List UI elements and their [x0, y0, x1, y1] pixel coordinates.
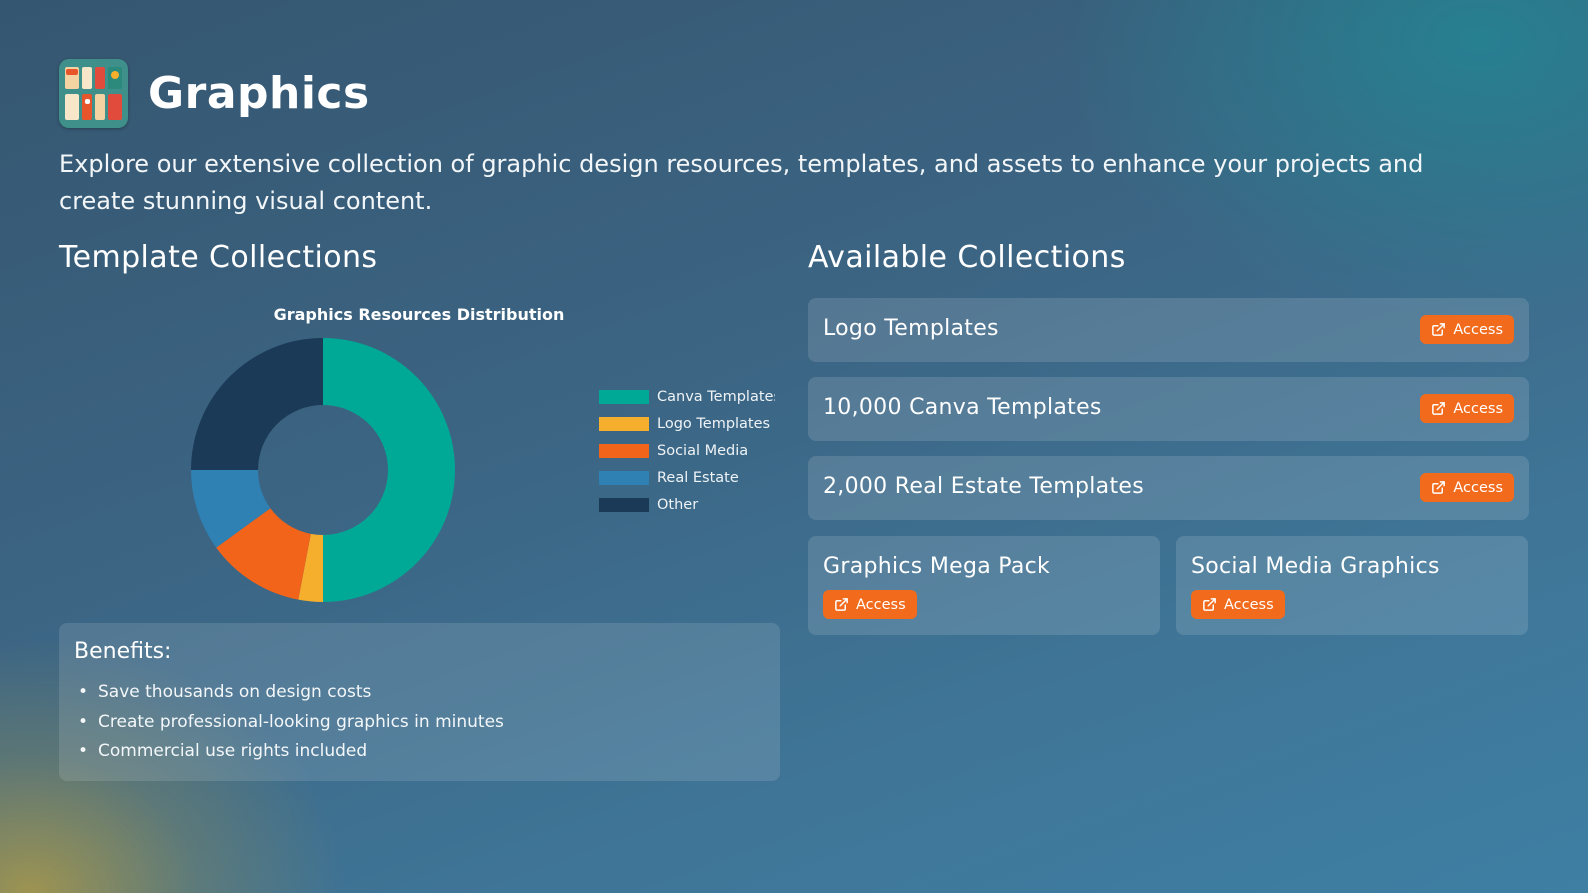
page-header: Graphics — [59, 59, 370, 128]
collection-card-real-estate-templates: 2,000 Real Estate Templates Access — [808, 456, 1529, 520]
legend-label: Real Estate — [657, 469, 739, 486]
collection-title: 2,000 Real Estate Templates — [823, 474, 1144, 499]
legend-item-canva-templates: Canva Templates — [599, 383, 775, 410]
legend-label: Canva Templates — [657, 388, 775, 405]
benefit-item: Create professional-looking graphics in … — [74, 708, 765, 738]
legend-swatch — [599, 443, 649, 458]
graphics-app-icon — [59, 59, 128, 128]
external-link-icon — [1432, 402, 1446, 415]
collection-card-graphics-mega-pack: Graphics Mega Pack Access — [808, 536, 1160, 635]
collection-title: 10,000 Canva Templates — [823, 395, 1102, 420]
benefits-title: Benefits: — [74, 639, 172, 664]
page-title: Graphics — [148, 68, 370, 119]
access-button-label: Access — [856, 596, 906, 613]
legend-item-logo-templates: Logo Templates — [599, 410, 775, 437]
benefits-panel: Benefits: Save thousands on design costs… — [59, 623, 780, 781]
benefit-item: Commercial use rights included — [74, 737, 765, 767]
access-button-label: Access — [1453, 321, 1503, 338]
access-button-label: Access — [1453, 400, 1503, 417]
legend-item-other: Other — [599, 491, 775, 518]
benefit-item: Save thousands on design costs — [74, 678, 765, 708]
external-link-icon — [1432, 481, 1446, 494]
available-collections-heading: Available Collections — [808, 240, 1126, 275]
collection-title: Social Media Graphics — [1191, 554, 1440, 579]
external-link-icon — [1203, 598, 1216, 611]
legend-label: Social Media — [657, 442, 749, 459]
benefits-list: Save thousands on design costs Create pr… — [74, 678, 765, 767]
access-button-label: Access — [1224, 596, 1274, 613]
intro-text: Explore our extensive collection of grap… — [59, 150, 1424, 215]
legend-label: Other — [657, 496, 699, 513]
access-button[interactable]: Access — [1420, 315, 1514, 344]
collection-title: Graphics Mega Pack — [823, 554, 1051, 579]
legend-swatch — [599, 389, 649, 404]
collection-card-social-media-graphics: Social Media Graphics Access — [1176, 536, 1528, 635]
template-collections-heading: Template Collections — [59, 240, 378, 275]
access-button[interactable]: Access — [1420, 473, 1514, 502]
legend-swatch — [599, 416, 649, 431]
access-button-label: Access — [1453, 479, 1503, 496]
donut-chart — [191, 338, 455, 602]
access-button[interactable]: Access — [823, 590, 917, 619]
collection-card-canva-templates: 10,000 Canva Templates Access — [808, 377, 1529, 441]
access-button[interactable]: Access — [1420, 394, 1514, 423]
legend-item-social-media: Social Media — [599, 437, 775, 464]
access-button[interactable]: Access — [1191, 590, 1285, 619]
chart-legend: Canva Templates Logo Templates Social Medi… — [599, 383, 775, 518]
donut-slice-other — [191, 338, 323, 470]
legend-label: Logo Templates — [657, 415, 771, 432]
collection-title: Logo Templates — [823, 316, 999, 341]
legend-swatch — [599, 497, 649, 512]
legend-swatch — [599, 470, 649, 485]
distribution-chart: Graphics Resources Distribution Canva Te… — [59, 295, 779, 610]
external-link-icon — [1432, 323, 1446, 336]
collection-card-logo-templates: Logo Templates Access — [808, 298, 1529, 362]
external-link-icon — [835, 598, 848, 611]
legend-item-real-estate: Real Estate — [599, 464, 775, 491]
donut-slice-canva-templates — [323, 338, 455, 602]
